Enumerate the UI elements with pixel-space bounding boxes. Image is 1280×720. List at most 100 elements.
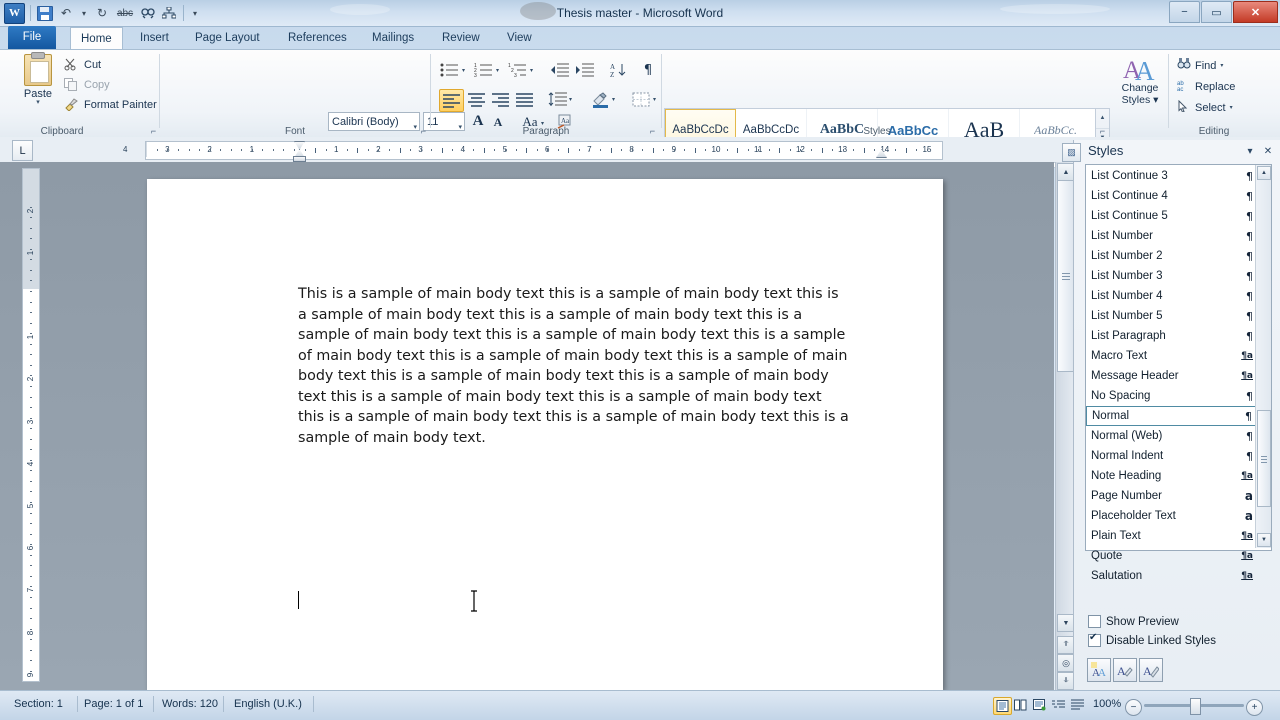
numbering-dropdown-icon[interactable]: ▾: [496, 67, 499, 74]
line-spacing-button[interactable]: [546, 89, 568, 110]
disable-linked-styles-checkbox[interactable]: [1088, 632, 1101, 647]
document-canvas[interactable]: This is a sample of main body text this …: [0, 162, 1054, 690]
tab-stop-selector[interactable]: L: [12, 140, 33, 161]
tab-file[interactable]: File: [8, 26, 56, 49]
styles-list-scrollbar[interactable]: ▲ ▼: [1255, 165, 1271, 548]
styles-list-item[interactable]: Page Number a: [1086, 486, 1269, 506]
align-left-button[interactable]: [439, 89, 464, 112]
styles-list-item[interactable]: Plain Text ¶a: [1086, 526, 1269, 546]
styles-list-item[interactable]: List Number 3 ¶: [1086, 266, 1269, 286]
window-controls[interactable]: − ▭ ✕: [1169, 1, 1278, 23]
styles-list-item[interactable]: List Number 5 ¶: [1086, 306, 1269, 326]
styles-list-item[interactable]: Salutation ¶a: [1086, 566, 1269, 586]
borders-dropdown-icon[interactable]: ▾: [653, 96, 656, 103]
show-preview-row[interactable]: Show Preview: [1088, 615, 1179, 628]
maximize-button[interactable]: ▭: [1201, 1, 1232, 23]
increase-indent-button[interactable]: [574, 60, 596, 80]
style-inspector-button[interactable]: A: [1113, 658, 1137, 682]
line-spacing-dropdown-icon[interactable]: ▾: [569, 96, 572, 103]
styles-list-item[interactable]: List Continue 5 ¶: [1086, 206, 1269, 226]
paragraph-dialog-launcher[interactable]: ⌐: [647, 125, 658, 136]
change-styles-button[interactable]: AA Change Styles ▾: [1116, 54, 1164, 106]
zoom-level[interactable]: 100%: [1093, 698, 1121, 710]
clipboard-dialog-launcher[interactable]: ⌐: [148, 125, 159, 136]
styles-list-scroll-thumb[interactable]: [1257, 410, 1271, 507]
first-line-indent-marker[interactable]: [294, 141, 305, 150]
styles-list-item[interactable]: List Continue 4 ¶: [1086, 186, 1269, 206]
shading-dropdown-icon[interactable]: ▾: [612, 96, 615, 103]
find-button[interactable]: Find ▾: [1177, 58, 1223, 73]
vertical-ruler[interactable]: 21123456789: [22, 168, 40, 682]
bullets-dropdown-icon[interactable]: ▾: [462, 67, 465, 74]
styles-pane-close-icon[interactable]: ✕: [1261, 144, 1275, 158]
document-paragraph[interactable]: This is a sample of main body text this …: [298, 284, 849, 448]
tab-page-layout[interactable]: Page Layout: [185, 27, 270, 49]
full-screen-reading-view-button[interactable]: [1012, 697, 1029, 713]
numbering-button[interactable]: 123: [473, 60, 495, 80]
multilevel-dropdown-icon[interactable]: ▾: [530, 67, 533, 74]
close-button[interactable]: ✕: [1233, 1, 1278, 23]
manage-styles-button[interactable]: A: [1139, 658, 1163, 682]
draft-view-button[interactable]: [1069, 697, 1086, 713]
bullets-button[interactable]: [439, 60, 461, 80]
styles-list-scroll-up[interactable]: ▲: [1257, 166, 1271, 180]
styles-list-item[interactable]: No Spacing ¶: [1086, 386, 1269, 406]
document-page[interactable]: This is a sample of main body text this …: [147, 179, 943, 690]
styles-pane-dropdown-icon[interactable]: ▾: [1243, 144, 1257, 158]
zoom-slider-thumb[interactable]: [1190, 698, 1201, 715]
show-formatting-marks-button[interactable]: ¶: [638, 60, 658, 80]
styles-list-item[interactable]: Normal Indent ¶: [1086, 446, 1269, 466]
web-layout-view-button[interactable]: [1031, 697, 1048, 713]
status-words[interactable]: Words: 120: [162, 698, 218, 710]
disable-linked-styles-row[interactable]: Disable Linked Styles: [1088, 632, 1216, 647]
font-dialog-launcher[interactable]: ⌐: [418, 125, 429, 136]
styles-list[interactable]: List Continue 3 ¶ List Continue 4 ¶ List Con…: [1085, 164, 1272, 582]
zoom-in-button[interactable]: +: [1246, 699, 1263, 716]
multilevel-list-button[interactable]: 123: [507, 60, 529, 80]
cut-button[interactable]: Cut: [64, 56, 101, 74]
styles-list-item[interactable]: List Continue 3 ¶: [1086, 166, 1269, 186]
shading-button[interactable]: [589, 89, 611, 110]
styles-list-item-selected[interactable]: Normal ¶: [1086, 406, 1269, 426]
tab-references[interactable]: References: [278, 27, 357, 49]
new-style-button[interactable]: AA: [1087, 658, 1111, 682]
format-painter-button[interactable]: Format Painter: [64, 96, 157, 114]
print-layout-view-button[interactable]: [993, 697, 1012, 715]
tab-insert[interactable]: Insert: [130, 27, 179, 49]
zoom-out-button[interactable]: −: [1125, 699, 1142, 716]
tab-view[interactable]: View: [497, 27, 542, 49]
styles-list-item[interactable]: List Number ¶: [1086, 226, 1269, 246]
styles-list-item[interactable]: List Number 4 ¶: [1086, 286, 1269, 306]
horizontal-ruler[interactable]: 4321123456789101112131415: [123, 141, 943, 162]
borders-button[interactable]: [630, 89, 652, 110]
replace-button[interactable]: ab ac Replace: [1177, 79, 1235, 94]
paste-button[interactable]: Paste ▾: [16, 52, 60, 116]
align-center-button[interactable]: [465, 89, 488, 110]
document-vertical-scrollbar[interactable]: ▲ ▼ ⥣ ◎ ⥥: [1055, 162, 1075, 690]
styles-list-item[interactable]: Macro Text ¶a: [1086, 346, 1269, 366]
minimize-button[interactable]: −: [1169, 1, 1200, 23]
styles-list-item[interactable]: List Number 2 ¶: [1086, 246, 1269, 266]
justify-button[interactable]: [513, 89, 536, 110]
show-preview-checkbox[interactable]: [1088, 615, 1101, 628]
sort-button[interactable]: AZ: [608, 60, 630, 80]
styles-list-item[interactable]: Normal (Web) ¶: [1086, 426, 1269, 446]
styles-dialog-launcher[interactable]: ⌐: [1097, 125, 1108, 136]
select-dropdown-icon[interactable]: ▾: [1230, 104, 1233, 111]
tab-review[interactable]: Review: [432, 27, 490, 49]
tab-mailings[interactable]: Mailings: [362, 27, 424, 49]
ribbon-tab-strip[interactable]: File Home Insert Page Layout References …: [0, 26, 1280, 73]
styles-list-item[interactable]: Placeholder Text a: [1086, 506, 1269, 526]
styles-list-item[interactable]: Message Header ¶a: [1086, 366, 1269, 386]
paste-dropdown-icon[interactable]: ▾: [36, 99, 40, 106]
find-dropdown-icon[interactable]: ▾: [1220, 62, 1223, 69]
copy-button[interactable]: Copy: [64, 76, 110, 94]
styles-list-scroll-down[interactable]: ▼: [1257, 533, 1271, 547]
status-page[interactable]: Page: 1 of 1: [84, 698, 143, 710]
tab-home[interactable]: Home: [70, 27, 123, 50]
styles-pane-icon[interactable]: ▨: [1062, 143, 1081, 162]
status-section[interactable]: Section: 1: [14, 698, 63, 710]
select-button[interactable]: Select ▾: [1177, 99, 1233, 115]
align-right-button[interactable]: [489, 89, 512, 110]
styles-list-item[interactable]: Quote ¶a: [1086, 546, 1269, 566]
